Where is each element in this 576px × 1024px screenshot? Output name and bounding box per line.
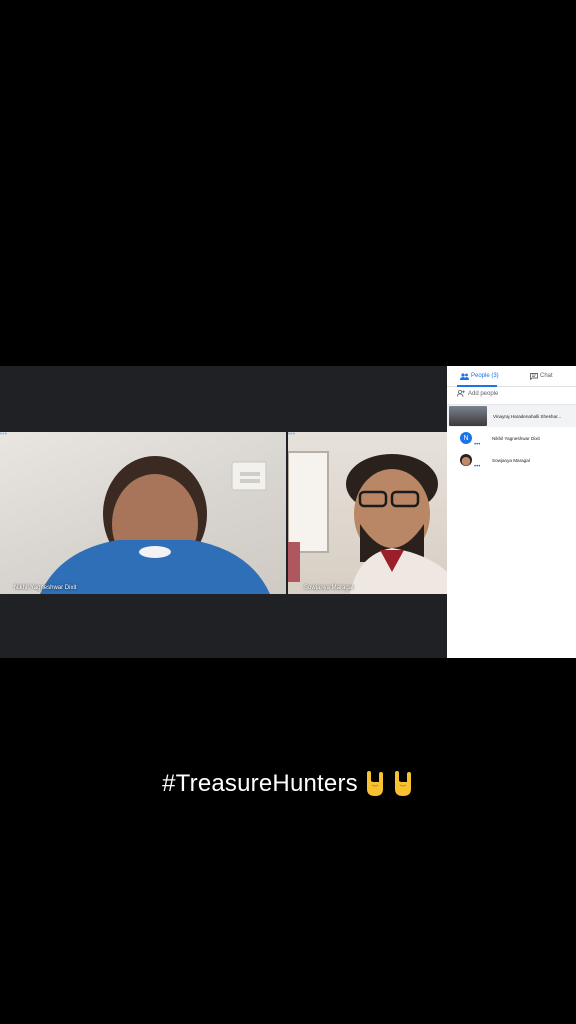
add-person-icon	[457, 390, 465, 397]
audio-indicator-icon	[0, 432, 7, 435]
participant-row[interactable]: N ••• Nikhil Yagneshwar Dixit	[447, 427, 576, 449]
people-icon	[460, 372, 469, 380]
tab-chat[interactable]: Chat	[530, 369, 553, 383]
avatar-initial: N	[463, 434, 469, 442]
participant-name: Vinayraj Haradenahalli Sheshar...	[493, 413, 562, 419]
avatar: •••	[460, 454, 480, 470]
video-tile-2[interactable]: Sowjanya Maragal	[288, 432, 447, 594]
participant-video-2	[288, 451, 447, 594]
tab-chat-label: Chat	[540, 373, 553, 379]
tab-people-label: People (3)	[471, 373, 499, 379]
avatar: N •••	[460, 432, 480, 448]
rock-hand-emoji-icon	[366, 771, 383, 796]
chat-icon	[530, 372, 538, 380]
audio-indicator-icon: •••	[474, 464, 481, 470]
panel-tabs: People (3) Chat	[447, 366, 576, 387]
participant-name: Sowjanya Maragal	[492, 457, 530, 463]
add-people-button[interactable]: Add people	[457, 390, 498, 397]
participant-row[interactable]: Vinayraj Haradenahalli Sheshar...	[447, 405, 576, 427]
tile-name-label: Nikhil Yagneshwar Dixit	[14, 585, 77, 591]
participant-video-1	[40, 456, 270, 594]
participant-row[interactable]: ••• Sowjanya Maragal	[447, 449, 576, 471]
video-tile-1[interactable]: Nikhil Yagneshwar Dixit	[0, 432, 286, 594]
caption: #TreasureHunters	[0, 770, 576, 798]
add-people-label: Add people	[468, 390, 499, 397]
participant-video-thumbnail	[449, 406, 487, 426]
people-panel: People (3) Chat Add people Vinayraj Hara…	[447, 366, 576, 658]
audio-indicator-icon	[288, 432, 295, 435]
audio-indicator-icon: •••	[474, 442, 481, 448]
rock-hand-emoji-icon	[394, 771, 411, 796]
caption-text: #TreasureHunters	[162, 770, 358, 797]
tab-people[interactable]: People (3)	[460, 369, 499, 383]
participant-name: Nikhil Yagneshwar Dixit	[492, 435, 540, 441]
active-tab-indicator	[457, 385, 497, 387]
tile-name-label: Sowjanya Maragal	[304, 585, 354, 591]
